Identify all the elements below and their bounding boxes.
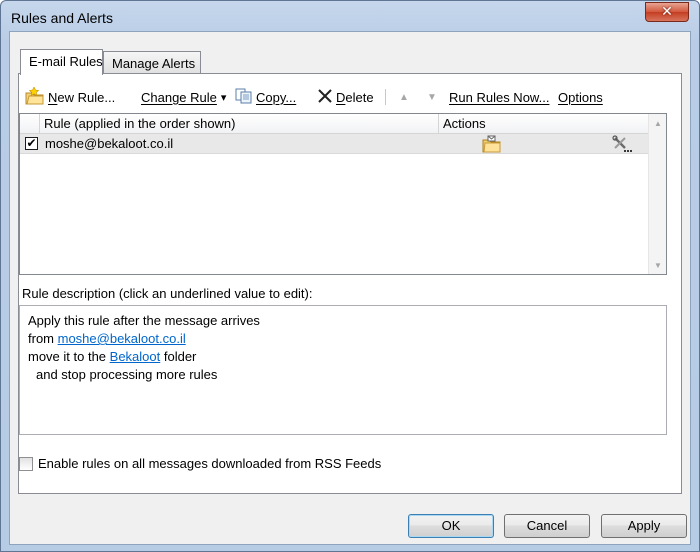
- description-line: and stop processing more rules: [36, 367, 218, 382]
- new-rule-icon: [25, 85, 45, 108]
- options-label: Options: [558, 89, 603, 105]
- column-header-rule[interactable]: Rule (applied in the order shown): [44, 116, 236, 131]
- description-text: from: [28, 331, 58, 346]
- description-line: Apply this rule after the message arrive…: [28, 313, 260, 328]
- copy-button[interactable]: Copy...: [235, 86, 296, 108]
- rules-list[interactable]: Rule (applied in the order shown) Action…: [19, 113, 667, 275]
- arrow-down-icon: ▼: [427, 91, 437, 103]
- checkmark-icon: ✔: [26, 136, 37, 150]
- header-divider: [39, 114, 40, 134]
- run-rules-now-label: Run Rules Now...: [449, 89, 550, 105]
- window-title: Rules and Alerts: [11, 10, 113, 26]
- rules-list-scrollbar[interactable]: ▲ ▼: [648, 114, 666, 274]
- close-icon: ✕: [661, 3, 673, 19]
- sender-address-link[interactable]: moshe@bekaloot.co.il: [58, 331, 186, 346]
- cancel-button[interactable]: Cancel: [504, 514, 590, 538]
- close-button[interactable]: ✕: [645, 2, 689, 22]
- apply-button[interactable]: Apply: [601, 514, 687, 538]
- arrow-up-icon: ▲: [399, 91, 409, 103]
- chevron-down-icon: ▾: [220, 91, 227, 104]
- description-line: move it to the Bekaloot folder: [28, 348, 658, 366]
- move-to-folder-icon: [482, 135, 502, 156]
- tab-label: E-mail Rules: [29, 54, 103, 69]
- tab-email-rules[interactable]: E-mail Rules: [20, 49, 103, 75]
- rule-description-label: Rule description (click an underlined va…: [22, 286, 313, 301]
- new-rule-mnemonic: N: [48, 89, 58, 105]
- move-down-button[interactable]: ▼: [427, 86, 437, 108]
- change-rule-button[interactable]: Change Rule ▾: [141, 86, 226, 108]
- rule-actions-tools-icon[interactable]: [612, 135, 634, 156]
- tab-label: Manage Alerts: [112, 56, 196, 71]
- header-divider: [438, 114, 439, 134]
- copy-icon: [235, 88, 253, 107]
- run-rules-now-button[interactable]: Run Rules Now...: [449, 86, 549, 108]
- move-up-button[interactable]: ▲: [399, 86, 409, 108]
- tab-manage-alerts[interactable]: Manage Alerts: [103, 51, 201, 73]
- target-folder-link[interactable]: Bekaloot: [110, 349, 161, 364]
- description-line: from moshe@bekaloot.co.il: [28, 330, 658, 348]
- rule-name: moshe@bekaloot.co.il: [45, 136, 174, 151]
- scroll-up-icon[interactable]: ▲: [654, 119, 662, 128]
- copy-label: Copy...: [256, 89, 297, 105]
- column-header-actions[interactable]: Actions: [443, 116, 486, 131]
- rules-and-alerts-window: Rules and Alerts ✕ E-mail Rules Manage A…: [0, 0, 700, 552]
- rule-description-box: Apply this rule after the message arrive…: [19, 305, 667, 435]
- rules-toolbar: New Rule... Change Rule ▾ Copy... D elet…: [25, 84, 675, 108]
- toolbar-separator: [385, 89, 386, 105]
- rss-rules-option[interactable]: Enable rules on all messages downloaded …: [19, 456, 381, 471]
- rules-list-header: Rule (applied in the order shown) Action…: [20, 114, 648, 134]
- rss-rules-checkbox[interactable]: [19, 456, 33, 471]
- new-rule-label: ew Rule...: [57, 89, 116, 105]
- new-rule-button[interactable]: New Rule...: [25, 85, 116, 108]
- rule-enabled-checkbox[interactable]: ✔: [25, 137, 38, 150]
- description-text: folder: [160, 349, 197, 364]
- options-button[interactable]: Options: [558, 86, 603, 108]
- dialog-client-area: E-mail Rules Manage Alerts New Rule... C…: [9, 31, 691, 545]
- delete-icon: [317, 88, 333, 107]
- scroll-down-icon[interactable]: ▼: [654, 261, 662, 270]
- delete-label: elete: [345, 89, 374, 105]
- rule-row[interactable]: ✔ moshe@bekaloot.co.il: [20, 134, 648, 154]
- delete-mnemonic: D: [336, 89, 346, 105]
- delete-button[interactable]: Delete: [317, 86, 374, 108]
- ok-button[interactable]: OK: [408, 514, 494, 538]
- email-rules-panel: New Rule... Change Rule ▾ Copy... D elet…: [18, 73, 682, 494]
- description-text: move it to the: [28, 349, 110, 364]
- rss-rules-label: Enable rules on all messages downloaded …: [38, 456, 382, 471]
- change-rule-label: Change Rule: [141, 89, 217, 105]
